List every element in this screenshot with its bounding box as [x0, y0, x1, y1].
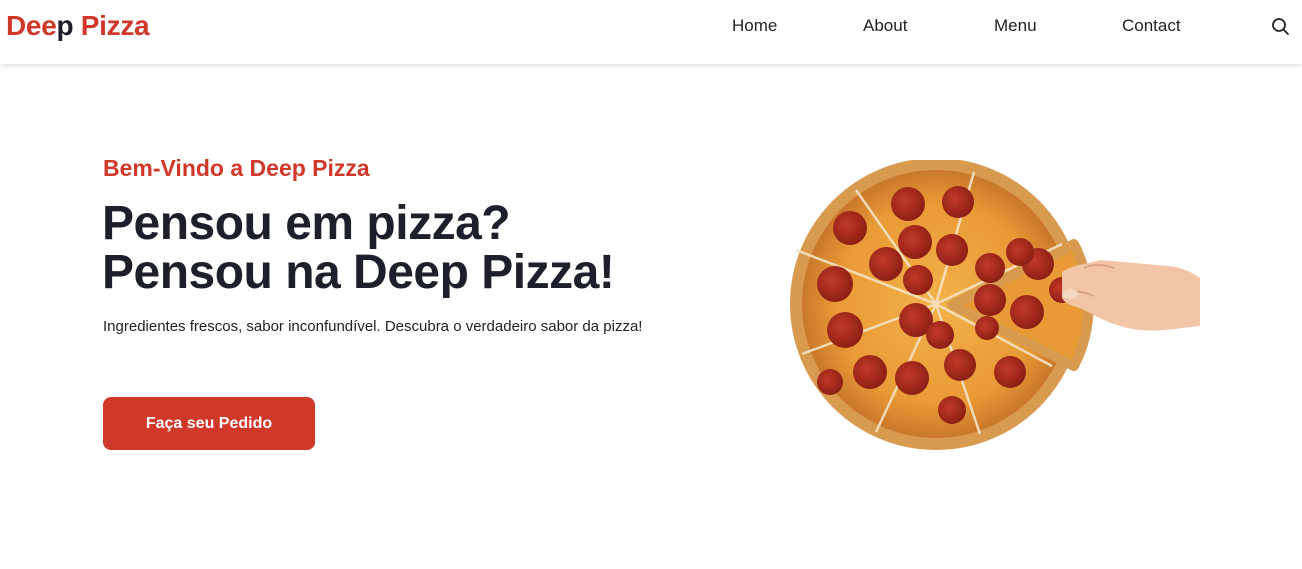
pizza-image [690, 158, 1200, 450]
top-navbar: Deep Pizza Home About Menu Contact [0, 0, 1302, 64]
hero-headline-line1: Pensou em pizza? [102, 197, 511, 250]
hero-headline-line2: Pensou na Deep Pizza! [102, 246, 615, 299]
nav-link-home[interactable]: Home [732, 15, 777, 37]
nav-link-contact[interactable]: Contact [1122, 15, 1181, 37]
order-button[interactable]: Faça seu Pedido [103, 397, 315, 450]
brand-logo-part3: Pizza [73, 10, 150, 41]
brand-logo-part1: Dee [6, 10, 57, 41]
brand-logo[interactable]: Deep Pizza [6, 10, 150, 42]
brand-logo-part2: p [56, 10, 74, 41]
hero-subtitle: Bem-Vindo a Deep Pizza [103, 155, 370, 181]
hero-headline: Pensou em pizza? Pensou na Deep Pizza! [102, 197, 615, 299]
hero-description: Ingredientes frescos, sabor inconfundíve… [103, 318, 643, 335]
search-icon[interactable] [1270, 16, 1292, 38]
nav-link-about[interactable]: About [863, 15, 907, 37]
nav-link-menu[interactable]: Menu [994, 15, 1037, 37]
